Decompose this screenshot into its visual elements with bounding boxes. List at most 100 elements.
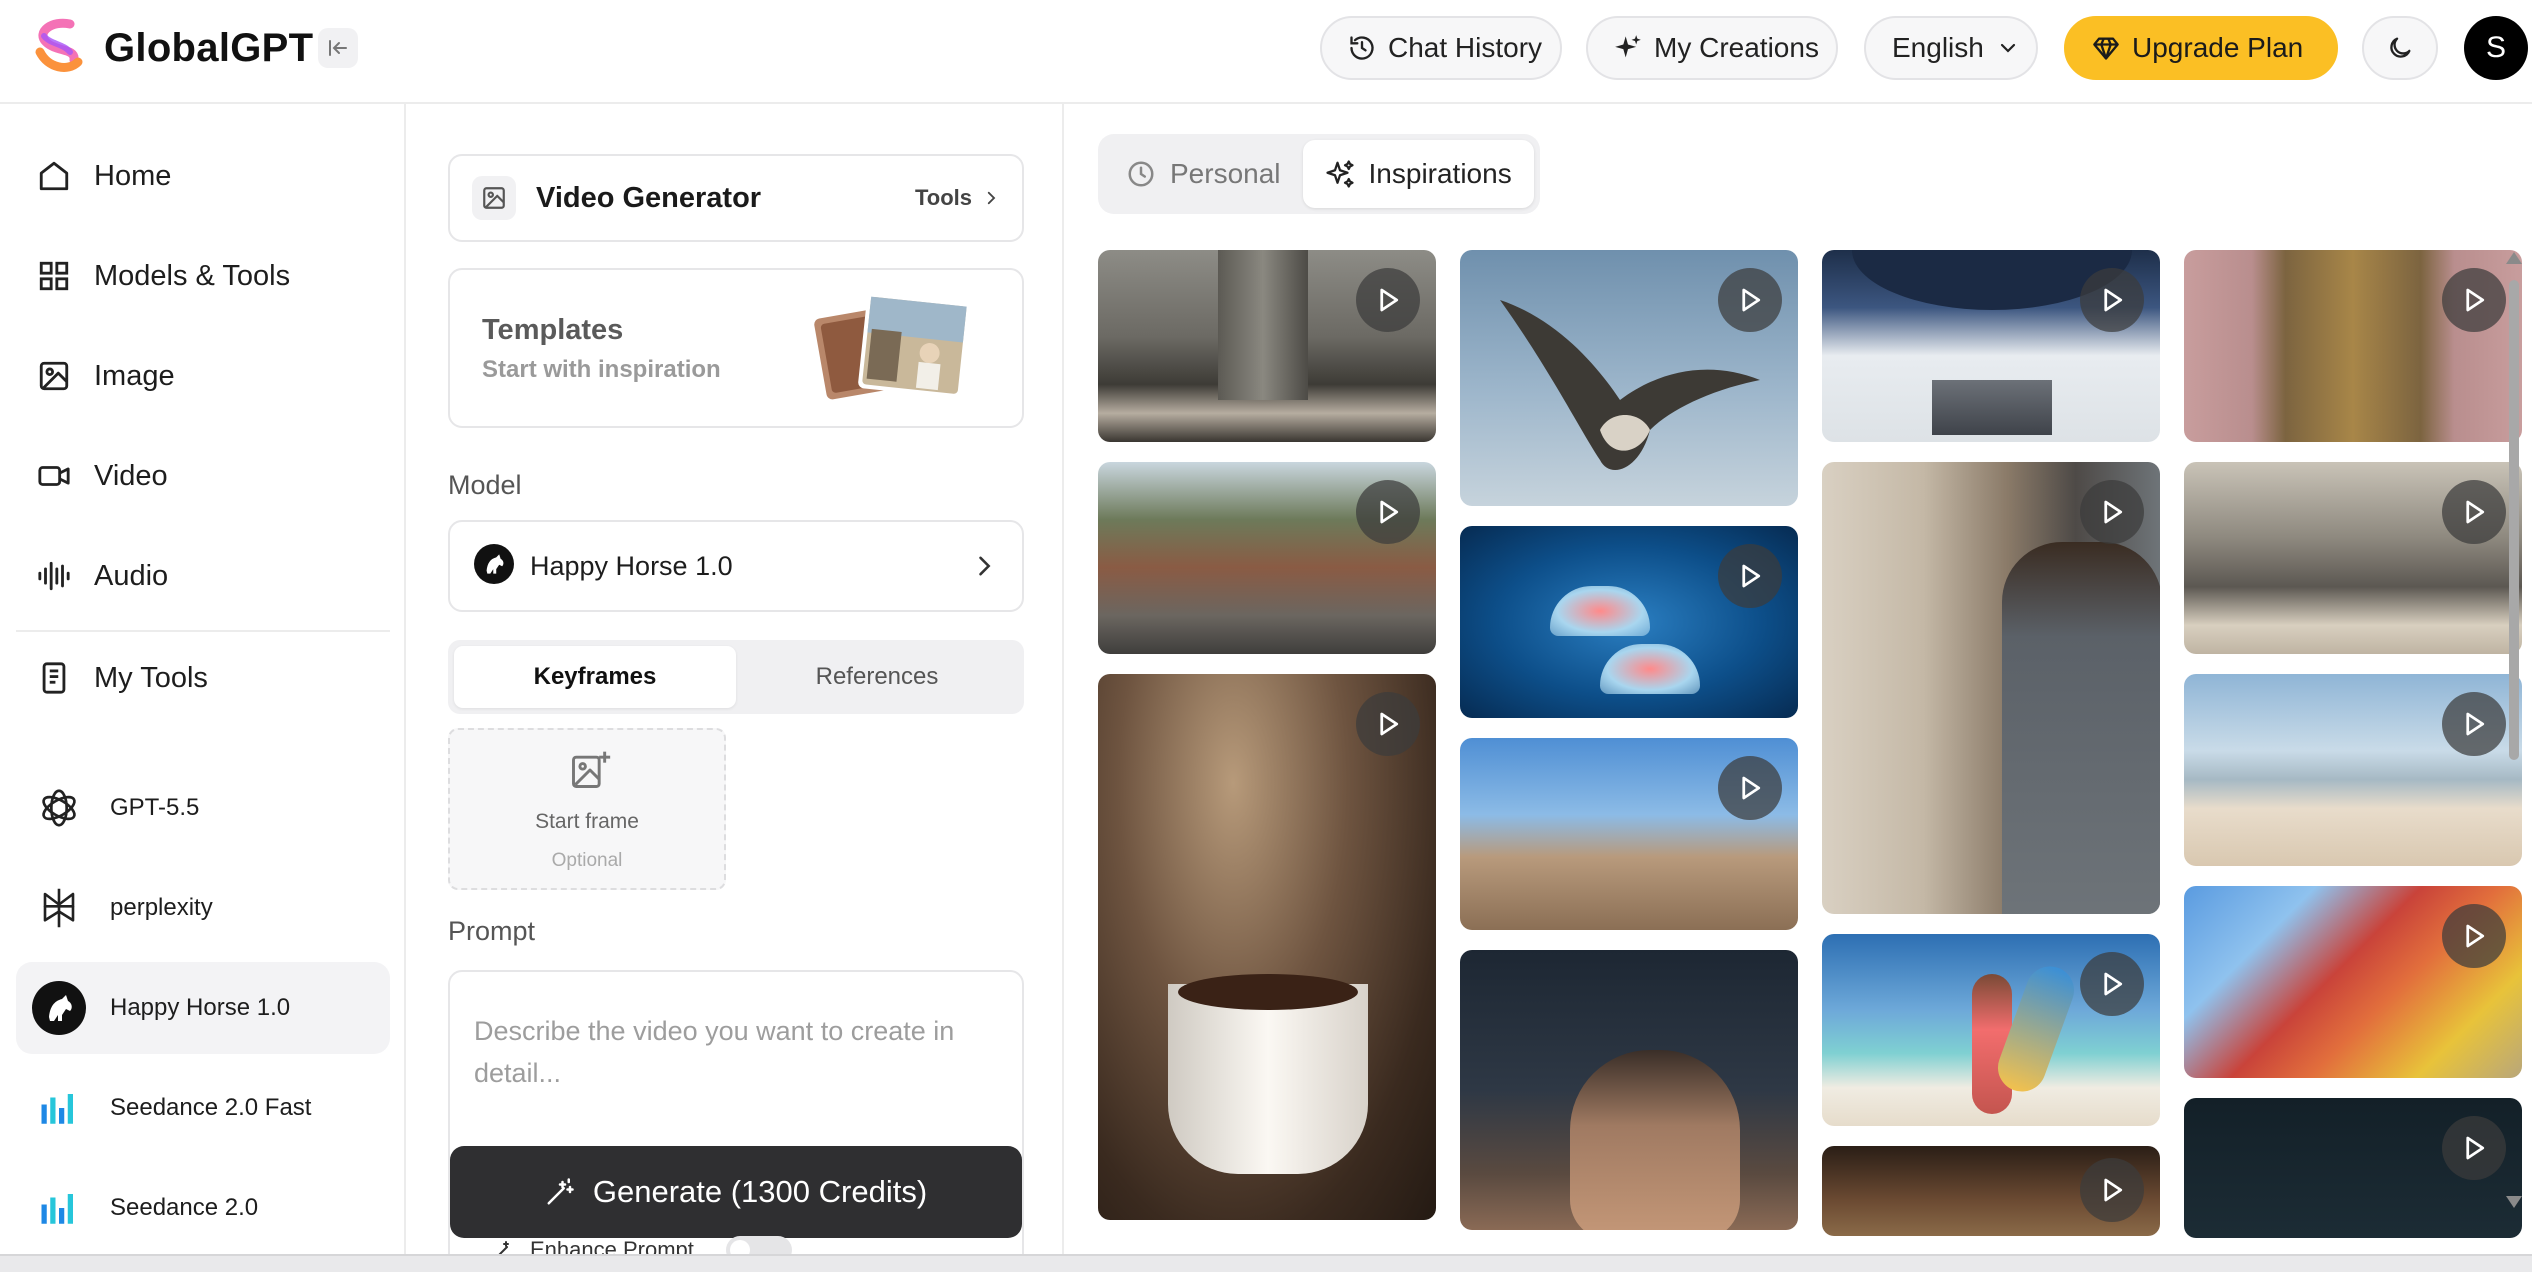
home-icon [34,156,74,196]
sidebar-item-my-tools[interactable]: My Tools [16,638,390,718]
history-icon [1350,36,1374,60]
start-frame-label: Start frame [535,810,639,833]
sidebar-item-label: Home [94,159,172,192]
model-label: perplexity [110,894,213,921]
video-thumbnail-city-street[interactable] [1098,462,1436,654]
video-thumbnail-dim-room[interactable] [1822,1146,2160,1236]
audio-wave-icon [34,556,74,596]
video-thumbnail-brutalist-tower[interactable] [1098,250,1436,442]
sidebar-item-models-tools[interactable]: Models & Tools [16,236,390,316]
play-icon[interactable] [1718,756,1782,820]
model-label: Happy Horse 1.0 [110,994,291,1021]
man-shape [2002,542,2160,914]
sidebar-item-image[interactable]: Image [16,336,390,416]
sidebar-item-home[interactable]: Home [16,136,390,216]
grid-icon [34,256,74,296]
play-icon[interactable] [2080,952,2144,1016]
play-icon[interactable] [1356,692,1420,756]
sidebar-item-audio[interactable]: Audio [16,536,390,616]
seedance-icon [32,1081,86,1135]
tab-personal[interactable]: Personal [1104,140,1303,208]
play-icon[interactable] [2442,692,2506,756]
video-icon [34,456,74,496]
sidebar: Home Models & Tools Image Video Audio My… [0,104,406,1254]
templates-card[interactable]: Templates Start with inspiration [448,268,1024,428]
play-icon[interactable] [1356,268,1420,332]
clock-icon [1128,161,1154,187]
gallery-scrollbar[interactable] [2504,250,2524,1210]
tab-inspirations[interactable]: Inspirations [1302,140,1534,208]
play-icon[interactable] [1718,268,1782,332]
video-thumbnail-elevator-doors[interactable] [2184,250,2522,442]
start-frame-optional: Optional [551,850,623,871]
sidebar-model-happy-horse[interactable]: Happy Horse 1.0 [16,962,390,1054]
top-header: GlobalGPT Chat History My Creations Engl… [0,0,2532,104]
image-icon [34,356,74,396]
video-thumbnail-man-at-door[interactable] [1822,462,2160,914]
play-icon[interactable] [2080,480,2144,544]
video-thumbnail-flying-bird[interactable] [1460,250,1798,506]
sidebar-model-seedance[interactable]: Seedance 2.0 [16,1162,390,1254]
user-avatar[interactable]: S [2464,16,2528,80]
horse-icon [32,981,86,1035]
play-icon[interactable] [2080,268,2144,332]
gallery-tabs: Personal Inspirations [1098,134,1540,214]
video-thumbnail-boardwalk-crowd[interactable] [1460,738,1798,930]
model-select[interactable]: Happy Horse 1.0 [448,520,1024,612]
video-thumbnail-surfer-on-beach[interactable] [1822,934,2160,1126]
enhance-prompt-toggle[interactable] [725,1236,792,1254]
tab-keyframes[interactable]: Keyframes [454,646,736,708]
globalgpt-logo-icon[interactable] [30,18,88,76]
play-icon[interactable] [2442,904,2506,968]
model-label: GPT-5.5 [110,794,200,821]
sidebar-item-label: Audio [94,559,169,592]
play-icon[interactable] [2080,1158,2144,1222]
chat-history-button[interactable]: Chat History [1320,16,1562,80]
video-thumbnail-woman-with-phone[interactable] [1460,950,1798,1230]
sidebar-model-gpt[interactable]: GPT-5.5 [16,762,390,854]
tab-inspirations-label: Inspirations [1368,158,1512,189]
sidebar-item-label: Video [94,459,168,492]
model-label: Seedance 2.0 Fast [110,1094,312,1121]
video-thumbnail-dark-scene[interactable] [2184,1098,2522,1238]
keyframe-tabs: Keyframes References [448,640,1024,714]
language-select[interactable]: English [1864,16,2038,80]
my-creations-button[interactable]: My Creations [1586,16,1838,80]
tools-label: Tools [914,185,972,210]
video-thumbnail-beach-yoga[interactable] [2184,674,2522,866]
sidebar-item-video[interactable]: Video [16,436,390,516]
sparkle-icon [1325,160,1354,188]
video-thumbnail-concrete-monolith[interactable] [2184,462,2522,654]
start-frame-upload[interactable]: Start frame Optional [448,728,726,890]
video-thumbnail-space-station-crowd[interactable] [1822,250,2160,442]
collapse-sidebar-button[interactable] [318,28,358,68]
tools-link[interactable]: Tools [915,185,1000,211]
sidebar-model-seedance-fast[interactable]: Seedance 2.0 Fast [16,1062,390,1154]
theme-toggle-button[interactable] [2362,16,2438,80]
jellyfish-shape [1600,644,1700,694]
collapse-left-icon [329,40,347,56]
document-icon [34,658,74,698]
generate-button[interactable]: Generate (1300 Credits) [450,1146,1022,1238]
image-icon [472,176,516,220]
video-generator-card[interactable]: Video Generator Tools [448,154,1024,242]
tab-personal-label: Personal [1170,158,1281,189]
play-icon[interactable] [2442,480,2506,544]
sidebar-model-perplexity[interactable]: perplexity [16,862,390,954]
video-thumbnail-jellyfish[interactable] [1460,526,1798,718]
sidebar-divider [16,630,390,632]
play-icon[interactable] [2442,268,2506,332]
video-thumbnail-coffee-cup[interactable] [1098,674,1436,1220]
tab-references[interactable]: References [736,646,1018,708]
add-image-icon [568,748,612,797]
enhance-prompt-row: Enhance Prompt [492,1236,792,1254]
magic-wand-icon [547,1178,574,1205]
video-thumbnail-colorful-playground[interactable] [2184,886,2522,1078]
play-icon[interactable] [1718,544,1782,608]
sidebar-item-label: Image [94,359,175,392]
upgrade-plan-button[interactable]: Upgrade Plan [2064,16,2338,80]
play-icon[interactable] [2442,1116,2506,1180]
prompt-section-label: Prompt [448,916,536,946]
play-icon[interactable] [1356,480,1420,544]
chevron-right-icon [979,556,991,576]
